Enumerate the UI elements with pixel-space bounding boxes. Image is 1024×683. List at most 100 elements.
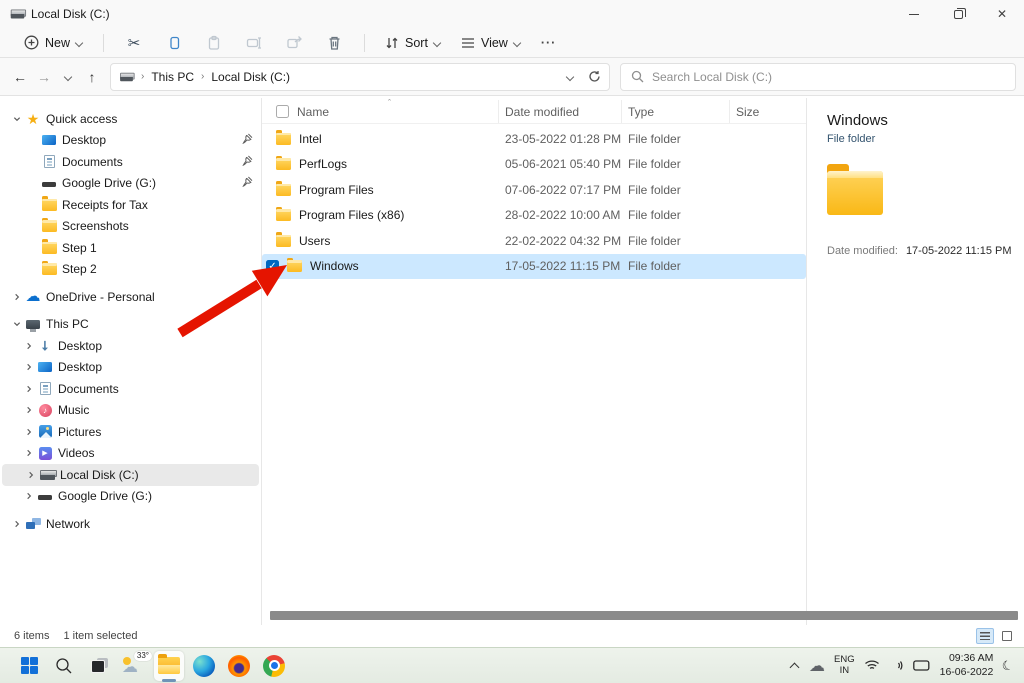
delete-button[interactable] [321, 31, 347, 55]
wifi-icon[interactable] [864, 659, 880, 672]
minimize-button[interactable] [892, 0, 936, 28]
onedrive-tray-icon[interactable]: ☁ [809, 658, 825, 674]
search-box[interactable] [620, 63, 1016, 91]
sidebar-item-network[interactable]: Network [0, 513, 261, 535]
sidebar-item-label: Receipts for Tax [62, 198, 148, 212]
chevron-right-icon[interactable] [10, 520, 24, 528]
window-title: Local Disk (C:) [31, 7, 110, 21]
edge-taskbar-button[interactable] [189, 651, 219, 681]
hidden-icons-chevron[interactable] [790, 661, 800, 671]
back-button[interactable]: ← [8, 65, 32, 89]
sidebar-item-pictures[interactable]: Pictures [0, 421, 261, 443]
firefox-taskbar-button[interactable] [224, 651, 254, 681]
sidebar-item-screenshots[interactable]: Screenshots [0, 216, 261, 238]
sidebar-item-google-drive[interactable]: Google Drive (G:) [0, 173, 261, 195]
folder-icon [276, 133, 291, 145]
breadcrumb-this-pc[interactable]: This PC [151, 70, 194, 84]
preview-date-value: 17-05-2022 11:15 PM [906, 245, 1012, 257]
breadcrumb[interactable]: › This PC › Local Disk (C:) [110, 63, 610, 91]
do-not-disturb-moon-icon[interactable]: ☾ [1000, 656, 1016, 675]
sidebar-item-this-pc[interactable]: This PC [0, 314, 261, 336]
address-dropdown-icon[interactable] [567, 73, 574, 80]
pin-icon [242, 176, 253, 190]
sidebar-item-onedrive[interactable]: ☁ OneDrive - Personal [0, 286, 261, 308]
copy-button[interactable] [161, 31, 187, 55]
file-explorer-taskbar-button[interactable] [154, 651, 184, 681]
refresh-icon[interactable] [588, 70, 601, 83]
sort-button[interactable]: Sort [377, 32, 449, 54]
file-row-program-files[interactable]: Program Files 07-06-2022 07:17 PM File f… [262, 177, 806, 203]
see-more-button[interactable]: ··· [533, 32, 565, 54]
start-button[interactable] [14, 651, 44, 681]
file-name: Windows [310, 259, 359, 273]
folder-icon [276, 209, 291, 221]
sidebar-item-google-drive-pc[interactable]: Google Drive (G:) [0, 486, 261, 508]
cut-icon: ✂ [128, 34, 141, 52]
select-all-checkbox[interactable] [276, 105, 289, 118]
sidebar-item-documents-pc[interactable]: Documents [0, 378, 261, 400]
chevron-right-icon[interactable] [22, 406, 36, 414]
folder-preview-icon [827, 171, 883, 215]
share-button[interactable] [281, 31, 307, 55]
taskbar-search-button[interactable] [49, 651, 79, 681]
chevron-right-icon[interactable] [22, 385, 36, 393]
rename-button[interactable] [241, 31, 267, 55]
sidebar-item-documents[interactable]: Documents [0, 151, 261, 173]
chevron-right-icon[interactable] [22, 449, 36, 457]
sidebar-item-desktop-pc[interactable]: Desktop [0, 357, 261, 379]
sidebar-item-label: This PC [46, 317, 89, 331]
horizontal-scrollbar[interactable] [270, 611, 1018, 620]
chevron-down-icon[interactable] [10, 115, 24, 123]
sidebar-item-local-disk[interactable]: Local Disk (C:) [2, 464, 259, 486]
paste-button[interactable] [201, 31, 227, 55]
chevron-down-icon[interactable] [10, 320, 24, 328]
sidebar-item-step-2[interactable]: Step 2 [0, 259, 261, 281]
pin-icon [242, 133, 253, 147]
up-button[interactable]: ↑ [80, 65, 104, 89]
column-header-date-modified[interactable]: Date modified [499, 100, 622, 123]
column-header-name[interactable]: Name [262, 100, 499, 123]
search-input[interactable] [652, 70, 1005, 84]
details-view-button[interactable] [976, 628, 994, 644]
sidebar-item-desktop-download[interactable]: ⭣ Desktop [0, 335, 261, 357]
sidebar-item-quick-access[interactable]: ★ Quick access [0, 108, 261, 130]
chevron-right-icon[interactable] [10, 293, 24, 301]
battery-icon[interactable] [913, 660, 931, 671]
restore-button[interactable] [936, 0, 980, 28]
file-row-perflogs[interactable]: PerfLogs 05-06-2021 05:40 PM File folder [262, 152, 806, 178]
column-header-type[interactable]: Type [622, 100, 730, 123]
file-row-windows-selected[interactable]: ✓ Windows 17-05-2022 11:15 PM File folde… [262, 254, 806, 280]
view-button[interactable]: View [453, 32, 529, 54]
sidebar-item-music[interactable]: ♪ Music [0, 400, 261, 422]
row-checkbox-checked[interactable]: ✓ [266, 260, 279, 273]
column-header-size[interactable]: Size [730, 100, 792, 123]
system-tray: ☁ ENG IN 09:36 AM 16-06-2022 ☾ [790, 652, 1024, 678]
chevron-right-icon[interactable] [22, 342, 36, 350]
sidebar-item-receipts-for-tax[interactable]: Receipts for Tax [0, 194, 261, 216]
chevron-right-icon[interactable] [22, 492, 36, 500]
speaker-icon[interactable] [889, 659, 904, 672]
chrome-taskbar-button[interactable] [259, 651, 289, 681]
file-row-program-files-x86[interactable]: Program Files (x86) 28-02-2022 10:00 AM … [262, 203, 806, 229]
sidebar-item-step-1[interactable]: Step 1 [0, 237, 261, 259]
chevron-right-icon[interactable] [24, 471, 38, 479]
recent-locations-button[interactable] [56, 65, 80, 89]
sidebar-item-videos[interactable]: ▶ Videos [0, 443, 261, 465]
forward-button[interactable]: → [32, 65, 56, 89]
clock[interactable]: 09:36 AM 16-06-2022 [940, 652, 994, 678]
folder-icon [287, 260, 302, 272]
sort-button-label: Sort [405, 36, 428, 50]
chevron-right-icon[interactable] [22, 428, 36, 436]
file-row-users[interactable]: Users 22-02-2022 04:32 PM File folder [262, 228, 806, 254]
close-button[interactable]: ✕ [980, 0, 1024, 28]
language-indicator[interactable]: ENG IN [834, 655, 855, 677]
sidebar-item-desktop[interactable]: Desktop [0, 130, 261, 152]
breadcrumb-local-disk[interactable]: Local Disk (C:) [211, 70, 290, 84]
widgets-weather-button[interactable]: ☁ 33° [119, 651, 149, 681]
cut-button[interactable]: ✂ [121, 31, 147, 55]
chevron-right-icon[interactable] [22, 363, 36, 371]
file-row-intel[interactable]: Intel 23-05-2022 01:28 PM File folder [262, 126, 806, 152]
new-button[interactable]: New [16, 31, 91, 54]
task-view-button[interactable] [84, 651, 114, 681]
large-icons-view-button[interactable] [998, 628, 1016, 644]
